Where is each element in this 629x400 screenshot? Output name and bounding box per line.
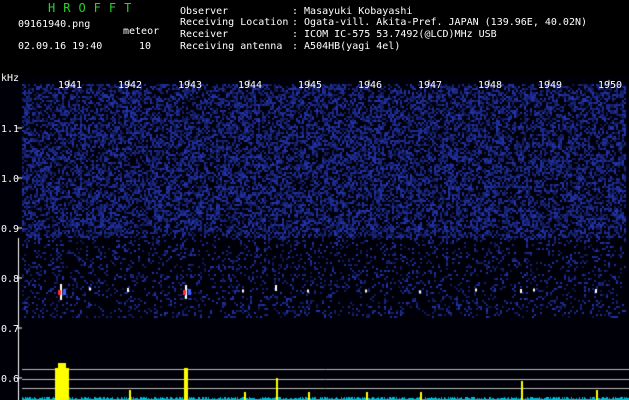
antenna-label: Receiving antenna xyxy=(180,41,283,52)
observer-value: : Masayuki Kobayashi xyxy=(292,6,413,17)
x-tick-label: 1944 xyxy=(238,80,263,91)
location-label: Receiving Location xyxy=(180,17,289,28)
receiver-value: : ICOM IC-575 53.7492(@LCD)MHz USB xyxy=(292,29,497,40)
y-tick-label: 0.6 xyxy=(1,374,20,385)
y-tick-label: 1.0 xyxy=(1,174,20,185)
receiver-label: Receiver xyxy=(180,29,229,40)
y-tick-label: 1.1 xyxy=(1,124,20,135)
file-name: 09161940.png xyxy=(18,19,91,30)
location-value: : Ogata-vill. Akita-Pref. JAPAN (139.96E… xyxy=(292,17,588,28)
x-tick-label: 1941 xyxy=(58,80,83,91)
meteor-label: meteor xyxy=(123,26,160,37)
y-tick-label: 0.8 xyxy=(1,274,20,285)
y-tick-label: 0.9 xyxy=(1,224,20,235)
y-unit-label: kHz xyxy=(1,73,20,84)
observer-label: Observer xyxy=(180,6,229,17)
date-time: 02.09.16 19:40 xyxy=(18,41,103,52)
x-tick-label: 1947 xyxy=(418,80,443,91)
x-tick-label: 1946 xyxy=(358,80,383,91)
meteor-count: 10 xyxy=(139,41,152,52)
antenna-value: : A504HB(yagi 4el) xyxy=(292,41,401,52)
x-tick-label: 1950 xyxy=(598,80,623,91)
x-tick-label: 1945 xyxy=(298,80,323,91)
spectrogram-canvas xyxy=(0,78,629,400)
x-tick-label: 1948 xyxy=(478,80,503,91)
x-tick-label: 1949 xyxy=(538,80,563,91)
app-logo: HROFFT xyxy=(48,1,140,15)
y-tick-label: 0.7 xyxy=(1,324,20,335)
x-tick-label: 1943 xyxy=(178,80,203,91)
x-tick-label: 1942 xyxy=(118,80,143,91)
